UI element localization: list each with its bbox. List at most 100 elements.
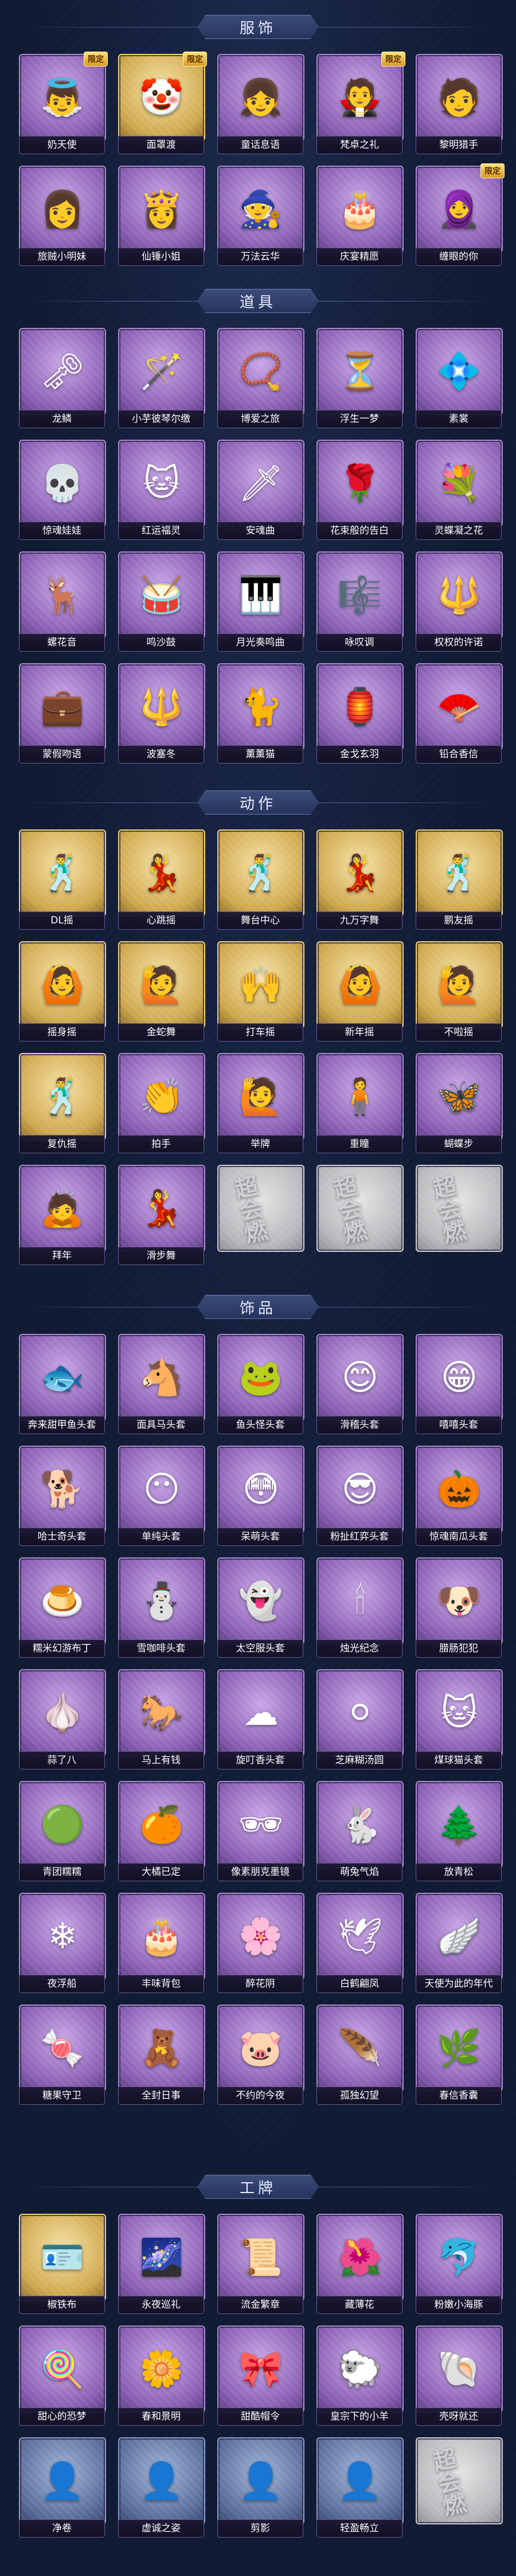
item-card[interactable]: 🙆 摇身摇 [16, 941, 107, 1042]
item-card[interactable]: 👼 限定 奶天使 [16, 52, 108, 154]
item-card[interactable]: 🕊 白鹤翩凤 [314, 1893, 404, 1993]
item-card[interactable]: 🌺 藏薄花 [314, 2214, 404, 2314]
item-card[interactable]: 👸 仙锤小姐 [115, 166, 206, 266]
item-card[interactable]: 🌿 春信香囊 [413, 2005, 503, 2105]
item-card[interactable]: 🐈 薰薰猫 [214, 663, 305, 764]
item-card[interactable]: 🙌 打车摇 [214, 941, 305, 1042]
item-card[interactable]: 😊 滑稽头套 [314, 1334, 404, 1434]
item-card[interactable]: 🙋 金蛇舞 [115, 941, 206, 1042]
item-card[interactable]: 💐 灵蝶凝之花 [413, 440, 503, 540]
item-card[interactable]: 👧 童话息语 [214, 54, 305, 154]
item-card[interactable]: 👻 太空服头套 [214, 1557, 305, 1658]
item-card[interactable]: 😎 粉扯红弈头套 [314, 1446, 404, 1546]
item-card[interactable]: 🐑 皇宗下的小羊 [314, 2326, 404, 2426]
item-card[interactable]: 🧸 全封日事 [115, 2005, 206, 2105]
item-card[interactable]: 📿 博爱之旅 [214, 328, 305, 428]
item-card[interactable]: 🐇 萌兔气焰 [314, 1781, 404, 1881]
item-card[interactable]: 😳 呆萌头套 [214, 1446, 305, 1546]
item-card[interactable]: 超会燃 [214, 1165, 305, 1265]
item-card[interactable]: 💃 滑步舞 [115, 1165, 206, 1265]
item-card[interactable]: 🎂 丰味背包 [115, 1893, 206, 1993]
item-card[interactable]: 🕺 舞台中心 [214, 829, 305, 930]
item-card[interactable]: 🌹 花束般的告白 [314, 440, 404, 540]
item-card[interactable]: 💠 素裳 [413, 328, 503, 428]
item-card[interactable]: 💃 心跳摇 [115, 829, 206, 930]
item-card[interactable]: ⚪ 芝麻糊汤圆 [314, 1669, 404, 1769]
item-card[interactable]: 🙋 不啦摇 [413, 941, 503, 1042]
item-card[interactable]: 🌼 春和景明 [115, 2326, 206, 2426]
item-card[interactable]: 🐚 壳呀就还 [413, 2326, 503, 2426]
item-card[interactable]: 👏 拍手 [115, 1053, 206, 1153]
item-card[interactable]: 🧄 蒜了八 [16, 1669, 107, 1769]
item-card[interactable]: 🎹 月光奏鸣曲 [214, 551, 305, 652]
item-card[interactable]: 🔱 权权的许诺 [413, 551, 503, 652]
item-card[interactable]: 👤 轻盈畅立 [314, 2437, 404, 2538]
item-card[interactable]: 🍬 糖果守卫 [16, 2005, 107, 2105]
item-card[interactable]: 🎀 甜酷帽令 [214, 2326, 305, 2426]
item-card[interactable]: 💃 九万字舞 [314, 829, 404, 930]
item-card[interactable]: 🙆 新年摇 [314, 941, 404, 1042]
item-card[interactable]: 💀 惊魂娃娃 [16, 440, 107, 540]
item-card[interactable]: 👤 剪影 [214, 2437, 305, 2538]
item-card[interactable]: 🔱 波塞冬 [115, 663, 206, 764]
item-card[interactable]: 🙇 拜年 [16, 1165, 107, 1265]
item-card[interactable]: 🐬 粉嫩小海豚 [413, 2214, 503, 2314]
item-card[interactable]: 🪪 椒铁布 [16, 2214, 107, 2314]
item-card[interactable]: 👤 净卷 [16, 2437, 107, 2538]
item-card[interactable]: 🧑 黎明猎手 [413, 54, 503, 154]
item-card[interactable]: 🍮 糯米幻游布丁 [16, 1557, 107, 1658]
item-card[interactable]: 🍊 大橘已定 [115, 1781, 206, 1881]
item-card[interactable]: 🟢 青团糯糯 [16, 1781, 107, 1881]
item-card[interactable]: 👤 虚诚之姿 [115, 2437, 206, 2538]
item-card[interactable]: 🐸 鱼头怪头套 [214, 1334, 305, 1434]
item-card[interactable]: ⏳ 浮生一梦 [314, 328, 404, 428]
item-card[interactable]: 🕺 复仇摇 [16, 1053, 107, 1153]
item-card[interactable]: 🕺 DL摇 [16, 829, 107, 930]
item-card[interactable]: 🏮 金戈玄羽 [314, 663, 404, 764]
item-card[interactable]: 🎼 咏叹调 [314, 551, 404, 652]
item-card[interactable]: 🐴 面具马头套 [115, 1334, 206, 1434]
item-card[interactable]: 🧕 限定 缠眼的你 [413, 163, 505, 266]
item-card[interactable]: 🕶 像素朋克墨镜 [214, 1781, 305, 1881]
item-card[interactable]: 🧍 重瞳 [314, 1053, 404, 1153]
item-card[interactable]: 🤡 限定 面罩渡 [115, 52, 207, 154]
item-card[interactable]: ❄ 夜浮船 [16, 1893, 107, 1993]
item-card[interactable]: 🪄 小芋彼琴尔缴 [115, 328, 206, 428]
item-card[interactable]: 🕺 鹏友摇 [413, 829, 503, 930]
item-card[interactable]: 🦌 螺花音 [16, 551, 107, 652]
item-card[interactable]: 🐷 不约的今夜 [214, 2005, 305, 2105]
item-card[interactable]: 🧙 万法云华 [214, 166, 305, 266]
item-card[interactable]: 🦋 蝴蝶步 [413, 1053, 503, 1153]
item-card[interactable]: ⛄ 雪咖啡头套 [115, 1557, 206, 1658]
item-card[interactable]: 👩 旅贼小明妹 [16, 166, 107, 266]
item-card[interactable]: 🪭 铅合香信 [413, 663, 503, 764]
item-card[interactable]: ☁ 旋叮香头套 [214, 1669, 305, 1769]
item-card[interactable]: 😁 嘻嘻头套 [413, 1334, 503, 1434]
item-card[interactable]: 🌲 放青松 [413, 1781, 503, 1881]
item-card[interactable]: 超会燃 [413, 2437, 503, 2538]
item-card[interactable]: 🌌 永夜巡礼 [115, 2214, 206, 2314]
item-card[interactable]: 📜 流金繁章 [214, 2214, 305, 2314]
item-card[interactable]: 🐟 奔来甜甲鱼头套 [16, 1334, 107, 1434]
item-card[interactable]: 🗝 龙鳞 [16, 328, 107, 428]
item-card[interactable]: 🪽 天使为此的年代 [413, 1893, 503, 1993]
item-card[interactable]: 🌸 醉花阴 [214, 1893, 305, 1993]
item-card[interactable]: 😶 单纯头套 [115, 1446, 206, 1546]
item-card[interactable]: 🐎 马上有钱 [115, 1669, 206, 1769]
item-card[interactable]: 🥁 鸣沙鼓 [115, 551, 206, 652]
item-card[interactable]: 🐕 哈士奇头套 [16, 1446, 107, 1546]
item-card[interactable]: 超会燃 [413, 1165, 503, 1265]
item-card[interactable]: 🪶 孤独幻望 [314, 2005, 404, 2105]
item-card[interactable]: 🗡 安魂曲 [214, 440, 305, 540]
item-card[interactable]: 🕯 烛光纪念 [314, 1557, 404, 1658]
item-card[interactable]: 🙋 举牌 [214, 1053, 305, 1153]
item-card[interactable]: 🐱 红运福灵 [115, 440, 206, 540]
item-card[interactable]: 🧛 限定 梵卓之礼 [314, 52, 405, 154]
item-card[interactable]: 超会燃 [314, 1165, 404, 1265]
item-card[interactable]: 🎃 惊魂南瓜头套 [413, 1446, 503, 1546]
item-card[interactable]: 💼 蒙假吻语 [16, 663, 107, 764]
item-card[interactable]: 🎂 庆宴精愿 [314, 166, 404, 266]
item-card[interactable]: 🐱 煤球猫头套 [413, 1669, 503, 1769]
item-card[interactable]: 🍭 甜心的恐梦 [16, 2326, 107, 2426]
item-card[interactable]: 🐶 腊肠犯犯 [413, 1557, 503, 1658]
